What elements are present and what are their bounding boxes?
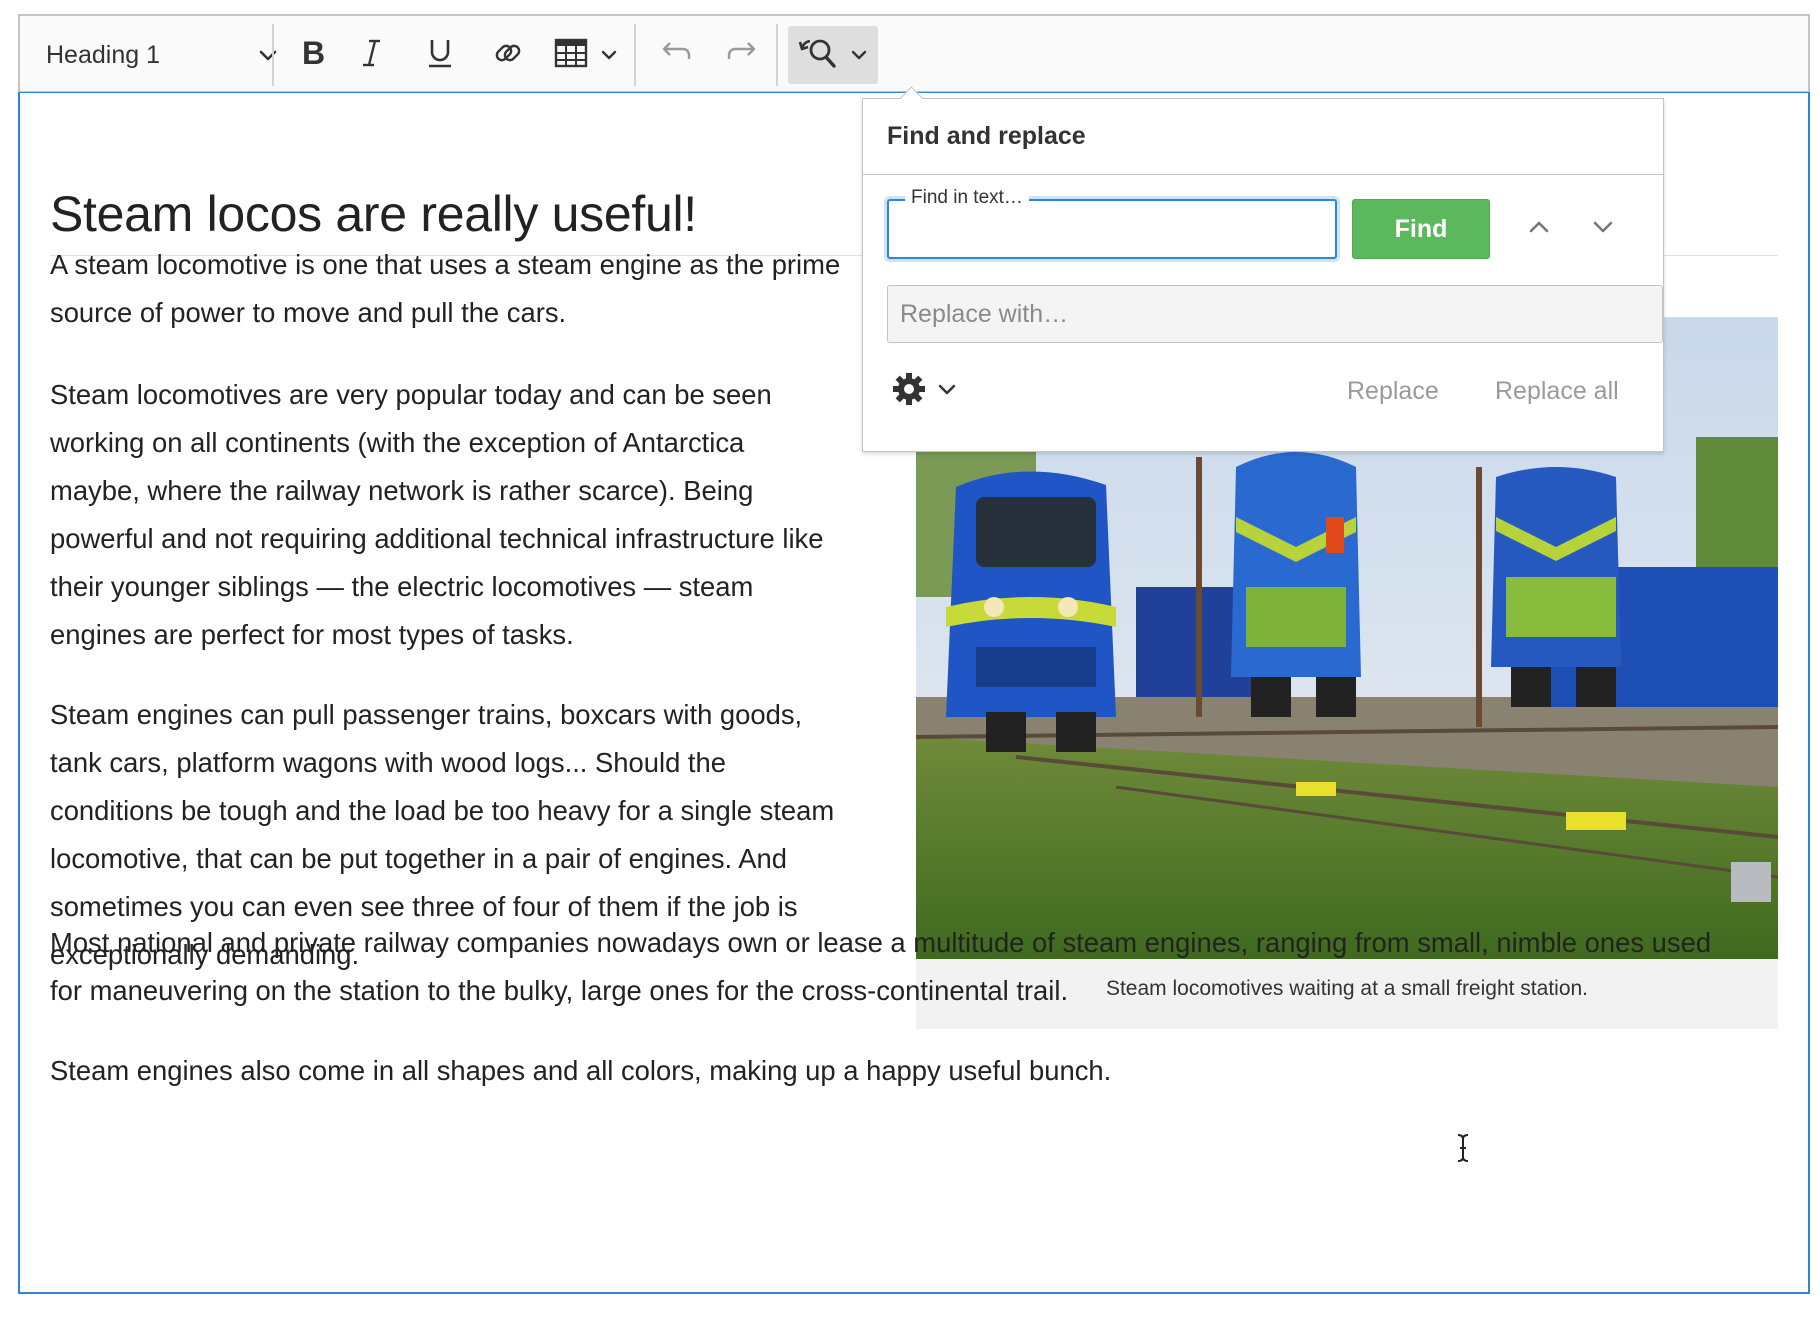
heading-select[interactable]: Heading 1 (28, 26, 296, 84)
paragraph: A steam locomotive is one that uses a st… (50, 241, 840, 337)
replace-all-button[interactable]: Replace all (1495, 361, 1619, 421)
chevron-up-icon (1527, 219, 1551, 239)
bold-button[interactable]: B (286, 26, 342, 84)
options-dropdown[interactable] (891, 361, 957, 421)
replace-button[interactable]: Replace (1347, 361, 1439, 421)
find-previous-button[interactable] (1515, 205, 1563, 253)
italic-button[interactable] (344, 26, 400, 84)
replace-all-button-label: Replace all (1495, 376, 1619, 405)
undo-icon (659, 41, 693, 69)
find-next-button[interactable] (1579, 205, 1627, 253)
italic-icon (360, 38, 384, 72)
underline-icon (426, 37, 454, 73)
svg-text:B: B (302, 38, 325, 68)
replace-input[interactable]: Replace with… (887, 285, 1663, 343)
link-icon (493, 38, 523, 72)
chevron-down-icon (1591, 219, 1615, 239)
chevron-down-icon (850, 46, 868, 65)
undo-button[interactable] (648, 26, 704, 84)
paragraph-line: Steam engines can pull passenger trains,… (50, 699, 803, 730)
paragraph-line: their younger siblings — the electric lo… (50, 571, 754, 602)
redo-icon (725, 41, 759, 69)
rich-text-editor: Heading 1 B Steam locos are really usefu… (18, 14, 1810, 1294)
paragraph-line: source of power to move and pull the car… (50, 297, 567, 328)
find-button[interactable]: Find (1352, 199, 1490, 259)
replace-input-placeholder: Replace with… (900, 299, 1069, 328)
paragraph-line: working on all continents (with the exce… (50, 427, 745, 458)
chevron-down-icon (258, 41, 278, 70)
find-input[interactable]: Find in text… (887, 187, 1337, 259)
gear-icon (891, 371, 927, 411)
chevron-down-icon (937, 382, 957, 401)
find-input-label: Find in text… (905, 187, 1029, 209)
link-button[interactable] (480, 26, 536, 84)
paragraph-line: powerful and not requiring additional te… (50, 523, 824, 554)
find-replace-icon (798, 36, 838, 74)
toolbar-separator (634, 24, 636, 86)
table-button[interactable] (546, 26, 626, 84)
heading-select-label: Heading 1 (46, 40, 160, 69)
paragraph-line: engines are perfect for most types of ta… (50, 619, 574, 650)
editor-toolbar: Heading 1 B (18, 14, 1810, 92)
find-replace-button[interactable] (788, 26, 878, 84)
text-cursor-icon (1456, 1133, 1470, 1167)
paragraph-line: conditions be tough and the load be too … (50, 795, 835, 826)
paragraph-line: maybe, where the railway network is rath… (50, 475, 754, 506)
paragraph-line: Steam locomotives are very popular today… (50, 379, 772, 410)
find-replace-header: Find and replace (863, 99, 1663, 175)
paragraph: Steam engines also come in all shapes an… (50, 1047, 1111, 1095)
paragraph-line: Steam engines also come in all shapes an… (50, 1055, 1112, 1086)
paragraph: Steam locomotives are very popular today… (50, 371, 823, 659)
toolbar-separator (272, 24, 274, 86)
table-icon (554, 38, 588, 72)
find-replace-panel: Find and replace Find in text… Find Repl… (862, 98, 1664, 452)
paragraph-line: for maneuvering on the station to the bu… (50, 975, 1069, 1006)
replace-button-label: Replace (1347, 376, 1439, 405)
paragraph-line: Most national and private railway compan… (50, 927, 1712, 958)
paragraph-line: locomotive, that can be put together in … (50, 843, 787, 874)
bold-icon: B (300, 35, 328, 72)
redo-button[interactable] (714, 26, 770, 84)
paragraph-line: sometimes you can even see three of four… (50, 891, 798, 922)
chevron-down-icon (600, 46, 618, 65)
paragraph: Most national and private railway compan… (50, 919, 1711, 1015)
toolbar-separator (776, 24, 778, 86)
document-title: Steam locos are really useful! (50, 186, 697, 242)
paragraph-line: A steam locomotive is one that uses a st… (50, 249, 841, 280)
underline-button[interactable] (412, 26, 468, 84)
paragraph-line: tank cars, platform wagons with wood log… (50, 747, 726, 778)
